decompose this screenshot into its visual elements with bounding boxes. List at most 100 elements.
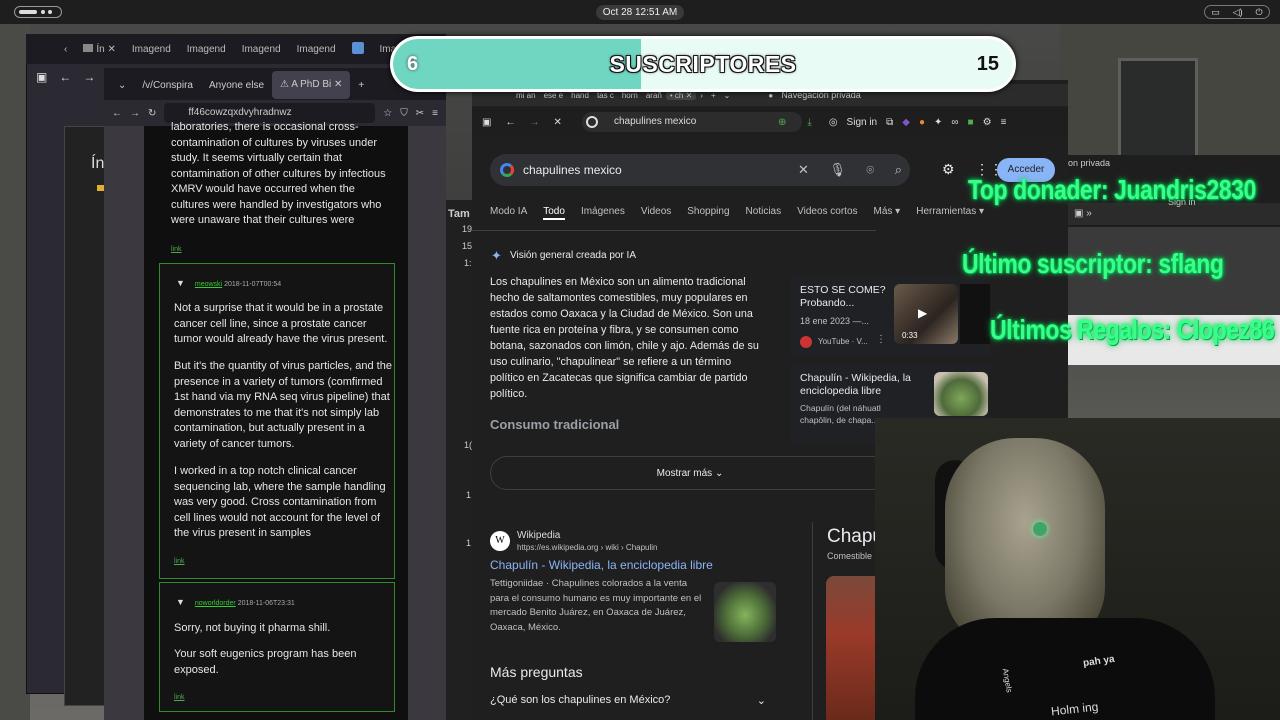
forward-icon[interactable]: → [130, 108, 140, 119]
back-icon[interactable]: ← [59, 70, 71, 84]
comment-link[interactable]: link [174, 558, 185, 565]
video-thumbnail-2 [960, 284, 990, 344]
tab-imagenes[interactable]: Imágenes [581, 206, 625, 220]
tab-noticias[interactable]: Noticias [746, 206, 782, 220]
left-outer-tabbar: ‹ Ín ✕ Imagend Imagend Imagend Imagend I… [26, 34, 446, 64]
background-window [1118, 58, 1198, 158]
tab-todo[interactable]: Todo [543, 206, 565, 220]
wiki-card-title: Chapulín - Wikipedia, la enciclopedia li… [800, 372, 911, 397]
right-toolbar: ⊕ ⤓ ◎ Sign in ⧉ ◆ ● ✦ ∞ ■ ⚙ ≡ [778, 114, 1064, 130]
comment-paragraph: Not a surprise that it would be in a pro… [174, 302, 388, 345]
signin-button[interactable]: Sign in [847, 117, 878, 128]
table-cell: 1: [464, 258, 472, 268]
table-cell: 15 [462, 241, 473, 251]
extension-icon[interactable]: ✦ [934, 117, 942, 128]
clear-icon[interactable]: ✕ [798, 162, 809, 178]
result-url[interactable]: https://es.wikipedia.org › wiki › Chapul… [517, 543, 658, 552]
extension-icon[interactable]: ∞ [951, 117, 958, 128]
tab-mas[interactable]: Más ▾ [874, 206, 901, 220]
settings-gear-icon[interactable]: ⚙ [942, 161, 955, 178]
knowledge-subtitle: Comestible [827, 551, 873, 561]
lens-icon[interactable]: ⌾ [866, 162, 874, 178]
table-header: Tam [448, 208, 470, 220]
left-outer-page: Ín [64, 126, 106, 706]
tab-back-icon[interactable]: ‹ [56, 44, 75, 55]
workspace-indicator[interactable] [14, 6, 62, 18]
tracking-icon[interactable]: ⊕ [778, 117, 786, 128]
tab-list-icon[interactable]: ⌄ [104, 80, 134, 91]
wikipedia-favicon: W [490, 531, 510, 551]
comment-date: 2018-11-07T00:54 [224, 281, 282, 288]
collapse-icon[interactable]: ▼ [176, 597, 185, 607]
google-g-icon [586, 116, 598, 128]
private-label: on privada [1068, 158, 1111, 168]
shield-icon[interactable]: ⛉ [400, 108, 408, 119]
mic-icon[interactable]: 🎙 [829, 162, 846, 178]
comment-link[interactable]: link [171, 246, 182, 253]
comment-user[interactable]: noworldorder [195, 600, 236, 607]
url-bar[interactable]: chapulines mexico [582, 112, 802, 132]
comment-paragraph: But it's the quantity of virus particles… [174, 360, 392, 450]
comment-paragraph: Your soft eugenics program has been expo… [174, 648, 357, 676]
account-icon[interactable]: ◎ [829, 117, 838, 128]
tab-videos[interactable]: Videos [641, 206, 671, 220]
collapse-icon[interactable]: ▼ [176, 278, 185, 288]
menu-icon[interactable]: ≡ [432, 108, 438, 119]
table-cell: 19 [462, 224, 473, 234]
outer-tab[interactable]: Imagend [179, 44, 234, 55]
show-more-label: Mostrar más [656, 468, 713, 479]
back-icon[interactable]: ← [505, 117, 515, 128]
bookmark-icon[interactable]: ☆ [383, 108, 392, 119]
extension-icon[interactable]: ✂ [416, 108, 424, 119]
tab-herramientas[interactable]: Herramientas ▾ [916, 206, 984, 220]
download-icon[interactable]: ⤓ [807, 117, 811, 128]
result-title[interactable]: Chapulín - Wikipedia, la enciclopedia li… [490, 558, 713, 572]
top-donor-label: Top donader: Juandris2830 [968, 174, 1256, 205]
result-image [714, 582, 776, 642]
sidebar-icon[interactable]: ▣ [482, 117, 491, 128]
system-tray[interactable]: ▭ ◁) ⏻ [1204, 5, 1270, 19]
video-card[interactable]: ESTO SE COME? Probando... 18 ene 2023 —.… [790, 276, 990, 356]
clock[interactable]: Oct 28 12:51 AM [596, 5, 684, 20]
background-table-fragment: Tam 19 15 1: 1( 1 1 [446, 200, 472, 720]
more-icon[interactable]: ⋮ [876, 334, 886, 345]
search-tabs: Modo IA Todo Imágenes Videos Shopping No… [490, 206, 984, 220]
outer-tab[interactable] [344, 41, 372, 57]
forward-icon[interactable]: → [529, 117, 539, 128]
extension-icon[interactable]: ■ [968, 117, 974, 128]
menu-icon[interactable]: ≡ [1001, 117, 1007, 128]
reload-icon[interactable]: ↻ [148, 108, 156, 119]
forward-icon[interactable]: → [83, 70, 95, 84]
tab-anyone-else[interactable]: Anyone else [201, 80, 272, 91]
outer-tab[interactable]: Imagend [124, 44, 179, 55]
grasshopper-image [934, 372, 988, 416]
back-icon[interactable]: ← [112, 108, 122, 119]
tab-phd[interactable]: ⚠ A PhD Bi ✕ [272, 71, 351, 99]
tab-videos-cortos[interactable]: Videos cortos [797, 206, 857, 220]
tab-shopping[interactable]: Shopping [687, 206, 729, 220]
outer-tab[interactable]: Ín ✕ [75, 43, 124, 55]
extension-icon[interactable]: ⚙ [983, 117, 992, 128]
result-site: Wikipedia [517, 530, 561, 541]
comment-meta: ▼ noworldorder 2018-11-06T23:31 [176, 597, 295, 607]
comment-link[interactable]: link [174, 694, 185, 701]
outer-tab[interactable]: Imagend [289, 44, 344, 55]
outer-tab[interactable]: Imagend [234, 44, 289, 55]
stop-icon[interactable]: ✕ [553, 117, 561, 128]
extension-icon[interactable]: ◆ [902, 117, 910, 128]
comment-user[interactable]: meowski [195, 281, 222, 288]
tab-conspiracy[interactable]: /v/Conspira [134, 80, 201, 91]
search-icon[interactable]: ⌕ [895, 162, 902, 178]
result-snippet: Tettigoniidae · Chapulines colorados a l… [490, 578, 702, 633]
consumo-heading: Consumo tradicional [490, 417, 620, 432]
sidebar-heading: Ín [91, 155, 105, 172]
extension-icon[interactable]: ● [919, 117, 925, 128]
sidebar-icon[interactable]: ▣ [36, 70, 47, 84]
extension-icon[interactable]: ⧉ [886, 117, 893, 128]
question-item[interactable]: ¿Qué son los chapulines en México? ⌄ [490, 694, 772, 714]
new-tab-button[interactable]: + [350, 80, 372, 91]
chevron-down-icon: ⌄ [756, 695, 766, 707]
tab-modo-ia[interactable]: Modo IA [490, 206, 527, 220]
show-more-button[interactable]: Mostrar más ⌄ [490, 456, 890, 490]
table-cell: 1 [466, 490, 472, 500]
